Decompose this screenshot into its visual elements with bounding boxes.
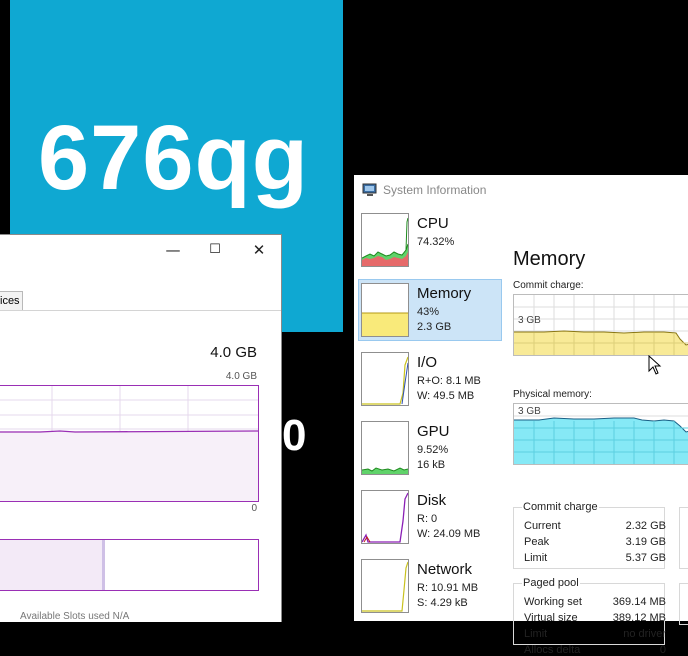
tab-services[interactable]: ices (0, 291, 23, 311)
disk-thumbnail-graph (361, 490, 409, 544)
sidebar-item-value: R: 0 (417, 513, 438, 525)
gpu-thumbnail-graph (361, 421, 409, 475)
graph-min-label: 0 (251, 503, 257, 514)
memory-capacity: 4.0 GB (210, 344, 257, 361)
sidebar-item-label: I/O (417, 354, 438, 371)
sidebar-item-label: GPU (417, 423, 450, 440)
commit-graph-label: Commit charge: (513, 280, 584, 291)
cpu-thumbnail-graph (361, 213, 409, 267)
row-label: Allocs delta (524, 644, 581, 656)
physical-graph-label: Physical memory: (513, 389, 592, 400)
network-thumbnail-graph (361, 559, 409, 613)
row-value: 5.37 GB (625, 552, 666, 564)
physical-graph-line-label: 3 GB (518, 406, 541, 417)
sidebar-item-io[interactable]: I/O R+O: 8.1 MB W: 49.5 MB (358, 348, 502, 410)
row-value: 2.32 GB (625, 520, 666, 532)
maximize-button[interactable]: ☐ (193, 235, 237, 265)
close-button[interactable]: ✕ (237, 235, 281, 265)
commit-charge-panel: Commit charge Current 2.32 GB Peak 3.19 … (513, 501, 666, 569)
sidebar-item-value: R+O: 8.1 MB (417, 375, 481, 387)
row-value: 0 (659, 644, 666, 656)
partial-digit: 0 (282, 411, 307, 460)
minimize-button[interactable]: — (151, 235, 195, 265)
tab-divider (0, 310, 281, 311)
window-controls: — ☐ ✕ (151, 235, 281, 265)
sidebar-item-memory[interactable]: Memory 43% 2.3 GB (358, 279, 502, 341)
sidebar-item-value-2: S: 4.29 kB (417, 597, 468, 609)
task-manager-window: — ☐ ✕ ices 4.0 GB 4.0 GB 0 Available Slo… (0, 234, 282, 622)
memory-composition-bar (0, 539, 259, 591)
system-information-icon (362, 183, 377, 196)
sidebar-item-disk[interactable]: Disk R: 0 W: 24.09 MB (358, 486, 502, 548)
panel-title: Commit charge (522, 501, 599, 513)
paged-pool-panel: Paged pool Working set 369.14 MB Virtual… (513, 577, 666, 656)
page-title: Memory (513, 248, 586, 270)
sidebar-item-network[interactable]: Network R: 10.91 MB S: 4.29 kB (358, 555, 502, 617)
row-value: no driver (623, 628, 666, 640)
right-panel-edge (679, 507, 688, 569)
tile-text: 676qg (38, 107, 309, 209)
row-label: Limit (524, 628, 548, 640)
sidebar-item-gpu[interactable]: GPU 9.52% 16 kB (358, 417, 502, 479)
sidebar-item-label: Disk (417, 492, 447, 509)
row-value: 369.14 MB (612, 596, 666, 608)
row-label: Working set (524, 596, 582, 608)
sidebar-item-value: R: 10.91 MB (417, 582, 479, 594)
system-information-window: System Information CPU 74.32% Memory 43%… (354, 175, 688, 656)
sidebar-item-value: 43% (417, 306, 440, 318)
window-title: System Information (383, 183, 487, 197)
row-label: Limit (524, 552, 548, 564)
row-label: Peak (524, 536, 550, 548)
commit-graph-line-label: 3 GB (518, 315, 541, 326)
memory-thumbnail-graph (361, 283, 409, 337)
row-value: 3.19 GB (625, 536, 666, 548)
sidebar-item-cpu[interactable]: CPU 74.32% (358, 209, 502, 271)
row-value: 389.12 MB (612, 612, 666, 624)
graph-max-label: 4.0 GB (225, 371, 257, 382)
sidebar-item-label: CPU (417, 215, 449, 232)
right-panel-edge-2 (679, 583, 688, 625)
sidebar-item-value-2: 16 kB (417, 459, 446, 471)
io-thumbnail-graph (361, 352, 409, 406)
row-label: Current (524, 520, 561, 532)
sidebar-item-value: 9.52% (417, 444, 449, 456)
footer-fragment: Available Slots used N/A (20, 611, 130, 622)
sidebar-item-label: Memory (417, 285, 472, 302)
sidebar-item-label: Network (417, 561, 473, 578)
memory-usage-graph (0, 385, 259, 502)
commit-charge-graph: 3 GB (513, 294, 688, 356)
panel-title: Paged pool (522, 577, 580, 589)
sidebar-item-value-2: W: 24.09 MB (417, 528, 481, 540)
row-label: Virtual size (524, 612, 578, 624)
mouse-cursor-icon (648, 355, 662, 375)
window-body: CPU 74.32% Memory 43% 2.3 GB I/O R+O: 8.… (354, 205, 688, 656)
sidebar-item-value-2: W: 49.5 MB (417, 390, 475, 402)
physical-memory-graph: 3 GB (513, 403, 688, 465)
sidebar-item-value-2: 2.3 GB (417, 321, 452, 333)
title-bar[interactable]: System Information (354, 175, 688, 205)
sidebar-item-value: 74.32% (417, 236, 455, 248)
